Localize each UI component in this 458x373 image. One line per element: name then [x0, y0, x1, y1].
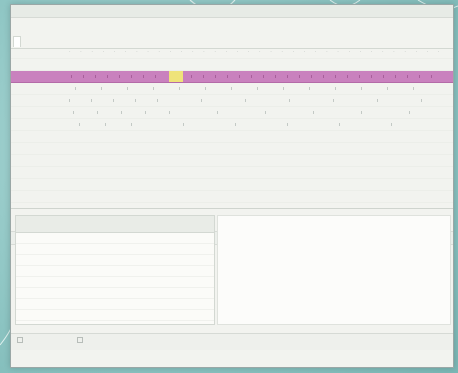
grid-row[interactable]: · · · · · · · · · · · · · · · · · · · · … [11, 47, 453, 59]
grid-row[interactable] [11, 95, 453, 107]
title-bar [11, 5, 453, 18]
checkbox-icon [17, 337, 23, 343]
grid-row[interactable] [11, 131, 453, 143]
grid-row[interactable] [11, 155, 453, 167]
grid-row[interactable] [11, 167, 453, 179]
footer-button[interactable] [17, 337, 25, 344]
grid-row[interactable] [11, 83, 453, 95]
table-row[interactable] [16, 288, 214, 299]
grid-row[interactable] [11, 143, 453, 155]
sequence-grid: · · · · · · · · · · · · · · · · · · · · … [11, 47, 453, 245]
grid-row[interactable] [11, 191, 453, 203]
row-ticks [75, 87, 414, 90]
table-row[interactable] [16, 244, 214, 255]
row-ticks [71, 75, 432, 78]
table-row[interactable] [16, 277, 214, 288]
footer-toolbar [11, 333, 453, 350]
grid-row[interactable] [11, 119, 453, 131]
column-numbers: · · · · · · · · · · · · · · · · · · · · … [69, 49, 444, 55]
table-row[interactable] [16, 266, 214, 277]
detail-pane [217, 215, 451, 325]
table-row[interactable] [16, 310, 214, 321]
table-row[interactable] [16, 233, 214, 244]
grid-row-highlighted[interactable] [11, 71, 453, 83]
data-table [15, 215, 215, 325]
grid-row[interactable] [11, 107, 453, 119]
table-row[interactable] [16, 255, 214, 266]
table-row[interactable] [16, 299, 214, 310]
grid-row[interactable] [11, 179, 453, 191]
row-ticks [79, 123, 392, 126]
app-window: · · · · · · · · · · · · · · · · · · · · … [10, 4, 454, 368]
footer-button[interactable] [77, 337, 85, 344]
checkbox-icon [77, 337, 83, 343]
grid-row[interactable] [11, 59, 453, 71]
pane-splitter[interactable] [11, 208, 453, 209]
tab-main[interactable] [13, 36, 21, 47]
row-ticks [69, 99, 422, 102]
table-header [16, 216, 214, 233]
row-ticks [73, 111, 410, 114]
